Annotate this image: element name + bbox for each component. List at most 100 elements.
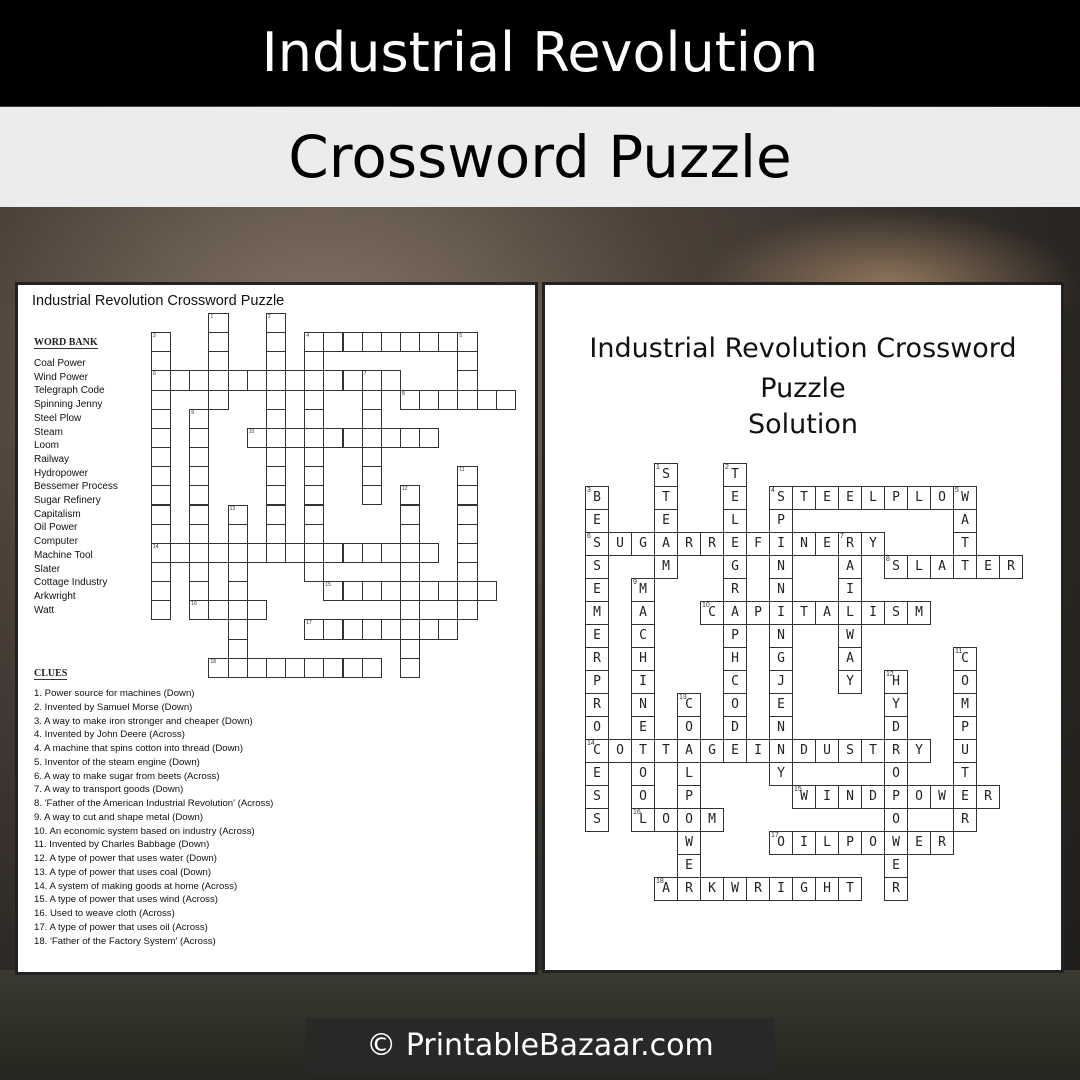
crossword-cell[interactable]	[399, 542, 421, 563]
crossword-cell[interactable]	[342, 427, 363, 449]
crossword-cell[interactable]	[457, 389, 478, 410]
crossword-cell[interactable]	[189, 504, 210, 525]
crossword-cell[interactable]	[304, 542, 325, 563]
crossword-cell[interactable]	[265, 485, 287, 506]
crossword-cell[interactable]	[151, 600, 172, 621]
crossword-cell[interactable]	[457, 504, 478, 525]
crossword-cell[interactable]	[285, 427, 306, 449]
crossword-cell[interactable]	[438, 389, 459, 410]
crossword-cell[interactable]: 16	[189, 600, 210, 621]
crossword-cell[interactable]	[246, 600, 267, 621]
crossword-cell[interactable]	[151, 504, 172, 525]
crossword-cell[interactable]	[361, 389, 382, 410]
crossword-cell[interactable]: 17	[304, 619, 325, 640]
crossword-cell[interactable]	[208, 389, 229, 410]
crossword-cell[interactable]	[342, 370, 363, 391]
crossword-cell[interactable]	[208, 370, 229, 391]
crossword-cell[interactable]	[476, 389, 497, 410]
crossword-cell[interactable]	[361, 466, 382, 487]
crossword-cell[interactable]	[323, 332, 344, 353]
crossword-cell[interactable]	[323, 427, 344, 449]
crossword-cell[interactable]	[419, 581, 440, 602]
crossword-cell[interactable]	[361, 408, 382, 429]
crossword-cell[interactable]	[227, 581, 248, 602]
crossword-cell[interactable]	[361, 619, 382, 640]
crossword-cell[interactable]	[476, 581, 497, 602]
crossword-cell[interactable]	[227, 600, 248, 621]
crossword-cell[interactable]	[361, 542, 382, 563]
crossword-cell[interactable]	[304, 485, 325, 506]
crossword-cell[interactable]	[189, 542, 210, 563]
crossword-cell[interactable]	[265, 370, 287, 391]
crossword-cell[interactable]	[208, 351, 229, 372]
crossword-cell[interactable]	[457, 600, 478, 621]
crossword-cell[interactable]	[304, 408, 325, 429]
crossword-cell[interactable]	[342, 542, 363, 563]
crossword-cell[interactable]	[419, 619, 440, 640]
crossword-cell[interactable]	[457, 370, 478, 391]
crossword-cell[interactable]	[285, 542, 306, 563]
crossword-cell[interactable]	[361, 485, 382, 506]
crossword-cell[interactable]	[380, 370, 401, 391]
crossword-cell[interactable]	[151, 523, 172, 544]
crossword-cell[interactable]	[457, 561, 478, 583]
crossword-cell[interactable]	[285, 657, 306, 678]
crossword-cell[interactable]	[265, 523, 287, 544]
crossword-cell[interactable]	[304, 657, 325, 678]
crossword-cell[interactable]	[151, 581, 172, 602]
crossword-cell[interactable]: 18	[208, 657, 229, 678]
crossword-cell[interactable]	[399, 523, 421, 544]
crossword-cell[interactable]	[265, 332, 287, 353]
crossword-cell[interactable]	[151, 447, 172, 468]
crossword-cell[interactable]	[457, 485, 478, 506]
crossword-cell[interactable]	[361, 427, 382, 449]
crossword-cell[interactable]	[323, 657, 344, 678]
crossword-cell[interactable]	[399, 600, 421, 621]
crossword-cell[interactable]	[265, 408, 287, 429]
crossword-cell[interactable]: 6	[151, 370, 172, 391]
crossword-cell[interactable]	[361, 657, 382, 678]
crossword-cell[interactable]	[189, 466, 210, 487]
crossword-cell[interactable]	[151, 389, 172, 410]
crossword-cell[interactable]	[399, 561, 421, 583]
crossword-cell[interactable]	[399, 332, 421, 353]
crossword-cell[interactable]	[342, 332, 363, 353]
crossword-cell[interactable]	[304, 370, 325, 391]
crossword-cell[interactable]	[399, 657, 421, 678]
crossword-cell[interactable]	[304, 466, 325, 487]
crossword-cell[interactable]	[246, 542, 267, 563]
crossword-cell[interactable]	[438, 619, 459, 640]
crossword-cell[interactable]	[189, 561, 210, 583]
crossword-cell[interactable]	[380, 542, 401, 563]
crossword-cell[interactable]	[399, 427, 421, 449]
crossword-cell[interactable]: 11	[457, 466, 478, 487]
crossword-cell[interactable]: 8	[399, 389, 421, 410]
crossword-cell[interactable]: 10	[246, 427, 267, 449]
crossword-cell[interactable]	[361, 332, 382, 353]
crossword-cell[interactable]	[419, 332, 440, 353]
crossword-cell[interactable]	[227, 638, 248, 659]
crossword-cell[interactable]	[304, 447, 325, 468]
crossword-cell[interactable]	[227, 370, 248, 391]
crossword-cell[interactable]	[208, 600, 229, 621]
crossword-cell[interactable]	[304, 523, 325, 544]
crossword-cell[interactable]	[419, 542, 440, 563]
crossword-cell[interactable]	[457, 351, 478, 372]
crossword-cell[interactable]	[457, 542, 478, 563]
crossword-cell[interactable]	[265, 657, 287, 678]
crossword-cell[interactable]	[151, 427, 172, 449]
crossword-cell[interactable]	[361, 581, 382, 602]
crossword-cell[interactable]	[380, 427, 401, 449]
crossword-cell[interactable]	[438, 581, 459, 602]
crossword-cell[interactable]: 2	[265, 313, 287, 334]
crossword-cell[interactable]	[265, 427, 287, 449]
crossword-cell[interactable]	[323, 542, 344, 563]
crossword-cell[interactable]	[304, 561, 325, 583]
crossword-cell[interactable]	[151, 408, 172, 429]
crossword-cell[interactable]	[227, 619, 248, 640]
crossword-cell[interactable]	[170, 542, 191, 563]
crossword-cell[interactable]	[151, 351, 172, 372]
crossword-cell[interactable]	[342, 619, 363, 640]
crossword-cell[interactable]	[265, 389, 287, 410]
crossword-cell[interactable]	[265, 466, 287, 487]
